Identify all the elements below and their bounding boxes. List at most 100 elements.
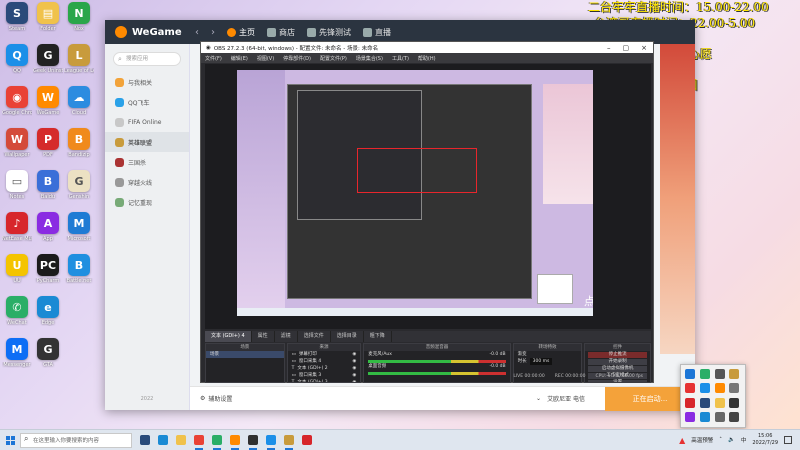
server-selector[interactable]: ⌄ 艾欧尼亚 电信 xyxy=(536,394,585,403)
obs-menu-item[interactable]: 工具(T) xyxy=(392,55,409,62)
obs-menu-item[interactable]: 视图(V) xyxy=(257,55,274,62)
control-button[interactable]: 开始录制 xyxy=(588,359,648,365)
clock[interactable]: 15:06 2022/7/29 xyxy=(752,433,778,447)
desktop-icon[interactable]: e Edge xyxy=(33,296,63,336)
transition-select[interactable]: 渐变 xyxy=(514,351,582,358)
scene-item[interactable]: 场景 xyxy=(206,351,284,358)
tab-home[interactable]: 主页 xyxy=(227,27,255,38)
tray-app-icon[interactable] xyxy=(729,369,740,379)
tray-app-icon[interactable] xyxy=(699,397,710,408)
tray-app-icon[interactable] xyxy=(685,397,695,408)
source-toolbar-button[interactable]: 粗下降 xyxy=(364,331,392,342)
tray-app-icon[interactable] xyxy=(685,383,695,394)
sidebar-game-item[interactable]: QQ飞车 xyxy=(105,92,189,112)
tab-live[interactable]: 直播 xyxy=(363,27,391,38)
start-button[interactable] xyxy=(0,430,20,450)
taskbar-app[interactable] xyxy=(244,430,262,450)
sidebar-game-item[interactable]: 三国杀 xyxy=(105,152,189,172)
desktop-icon[interactable]: B Baidu xyxy=(33,170,63,210)
desktop-icon[interactable]: P PDF xyxy=(33,128,63,168)
sidebar-game-item[interactable]: 记忆重现 xyxy=(105,192,189,212)
obs-menu-item[interactable]: 文件(F) xyxy=(205,55,222,62)
taskbar-app[interactable] xyxy=(172,430,190,450)
ime-indicator[interactable]: 中 xyxy=(741,436,747,444)
tray-app-icon[interactable] xyxy=(714,369,725,379)
desktop-icon[interactable]: ◉ Google Chrome xyxy=(2,86,32,126)
tray-warning-label[interactable]: 高温预警 xyxy=(691,436,713,444)
desktop-icon[interactable]: G Genshin xyxy=(64,170,94,210)
source-toolbar-button[interactable]: 属性 xyxy=(252,331,275,342)
desktop-icon[interactable]: W Wallpaper xyxy=(2,128,32,168)
tab-store[interactable]: 商店 xyxy=(267,27,295,38)
warning-icon[interactable]: ▲ xyxy=(679,436,685,445)
notification-icon[interactable] xyxy=(784,436,792,444)
source-item[interactable]: ▭ 窗口采集 4 ◉ xyxy=(288,358,361,365)
desktop-icon[interactable]: B Battle.net xyxy=(64,254,94,294)
source-item[interactable]: ▭ 弹幕打印 ◉ xyxy=(288,351,361,358)
tray-app-icon[interactable] xyxy=(699,383,710,394)
obs-menu-item[interactable]: 停靠部件(D) xyxy=(283,55,311,62)
eye-icon[interactable]: ◉ xyxy=(352,351,360,358)
control-button[interactable]: 启动虚拟摄像机 xyxy=(588,366,648,372)
tray-app-icon[interactable] xyxy=(729,411,740,422)
taskbar-app[interactable] xyxy=(154,430,172,450)
desktop-icon[interactable]: Q QQ xyxy=(2,44,32,84)
desktop-icon[interactable]: N Nox xyxy=(64,2,94,42)
sidebar-game-item[interactable]: FIFA Online xyxy=(105,112,189,132)
tray-app-icon[interactable] xyxy=(699,369,710,379)
tray-app-icon[interactable] xyxy=(714,411,725,422)
taskbar-app[interactable] xyxy=(208,430,226,450)
desktop-icon[interactable]: ✆ WeChat xyxy=(2,296,32,336)
tray-app-icon[interactable] xyxy=(699,411,710,422)
desktop-icon[interactable]: ☁ Cloud xyxy=(64,86,94,126)
tray-app-icon[interactable] xyxy=(714,383,725,394)
obs-menu-item[interactable]: 帮助(H) xyxy=(418,55,436,62)
taskbar-app[interactable] xyxy=(262,430,280,450)
eye-icon[interactable]: ◉ xyxy=(352,358,360,365)
maximize-icon[interactable]: ▢ xyxy=(623,44,630,52)
back-arrow-icon[interactable]: ‹ xyxy=(195,27,199,38)
desktop-icon[interactable]: W WeGame xyxy=(33,86,63,126)
speaker-icon[interactable]: 🔈 xyxy=(728,437,735,443)
sidebar-game-item[interactable]: 穿越火线 xyxy=(105,172,189,192)
forward-arrow-icon[interactable]: › xyxy=(211,27,215,38)
sidebar-game-item[interactable]: 与我相关 xyxy=(105,72,189,92)
close-icon[interactable]: × xyxy=(641,44,647,52)
desktop-icon[interactable]: A App xyxy=(33,212,63,252)
obs-menu-item[interactable]: 编辑(E) xyxy=(231,55,248,62)
source-toolbar-button[interactable]: 选择文件 xyxy=(298,331,331,342)
desktop-icon[interactable]: ▤ Folder xyxy=(33,2,63,42)
desktop-icon[interactable]: G Geek Uninstaller xyxy=(33,44,63,84)
desktop-icon[interactable]: PC PyCharm xyxy=(33,254,63,294)
sidebar-game-item[interactable]: 英雄联盟 xyxy=(105,132,189,152)
preview-canvas[interactable]: 点选： xyxy=(237,70,593,316)
obs-menu-item[interactable]: 配置文件(P) xyxy=(320,55,347,62)
desktop-icon[interactable]: U UU xyxy=(2,254,32,294)
taskbar-app[interactable] xyxy=(190,430,208,450)
tray-app-icon[interactable] xyxy=(729,397,740,408)
desktop-icon[interactable]: M Messenger xyxy=(2,338,32,378)
desktop-icon[interactable]: ♪ NetEase Music xyxy=(2,212,32,252)
taskbar-app[interactable] xyxy=(226,430,244,450)
tray-app-icon[interactable] xyxy=(685,411,695,422)
desktop-icon[interactable]: B Bandizip xyxy=(64,128,94,168)
eye-icon[interactable]: ◉ xyxy=(352,365,360,372)
duration-input[interactable]: 300 ms xyxy=(529,358,553,365)
sidebar-search-input[interactable]: 搜索应用 xyxy=(113,52,181,66)
desktop-icon[interactable]: M Microsoft xyxy=(64,212,94,252)
chevron-up-icon[interactable]: ˄ xyxy=(719,437,722,443)
taskbar-app[interactable] xyxy=(280,430,298,450)
desktop-icon[interactable]: L League of Legends xyxy=(64,44,94,84)
taskbar-search-input[interactable]: 在这里输入你要搜索的内容 xyxy=(20,432,132,448)
desktop-icon[interactable]: ▭ Notes xyxy=(2,170,32,210)
desktop-icon[interactable]: S Steam xyxy=(2,2,32,42)
tray-app-icon[interactable] xyxy=(714,397,725,408)
obs-menu-item[interactable]: 场景集合(S) xyxy=(356,55,383,62)
desktop-icon[interactable]: G GTA xyxy=(33,338,63,378)
source-toolbar-button[interactable]: 选择目录 xyxy=(331,331,364,342)
source-toolbar-button[interactable]: 滤镜 xyxy=(275,331,298,342)
control-button[interactable]: 停止推流 xyxy=(588,352,648,358)
minimize-icon[interactable]: – xyxy=(607,44,611,52)
tab-pioneer-test[interactable]: 先锋测试 xyxy=(307,27,351,38)
assist-settings-button[interactable]: ⚙ 辅助设置 xyxy=(200,394,232,403)
